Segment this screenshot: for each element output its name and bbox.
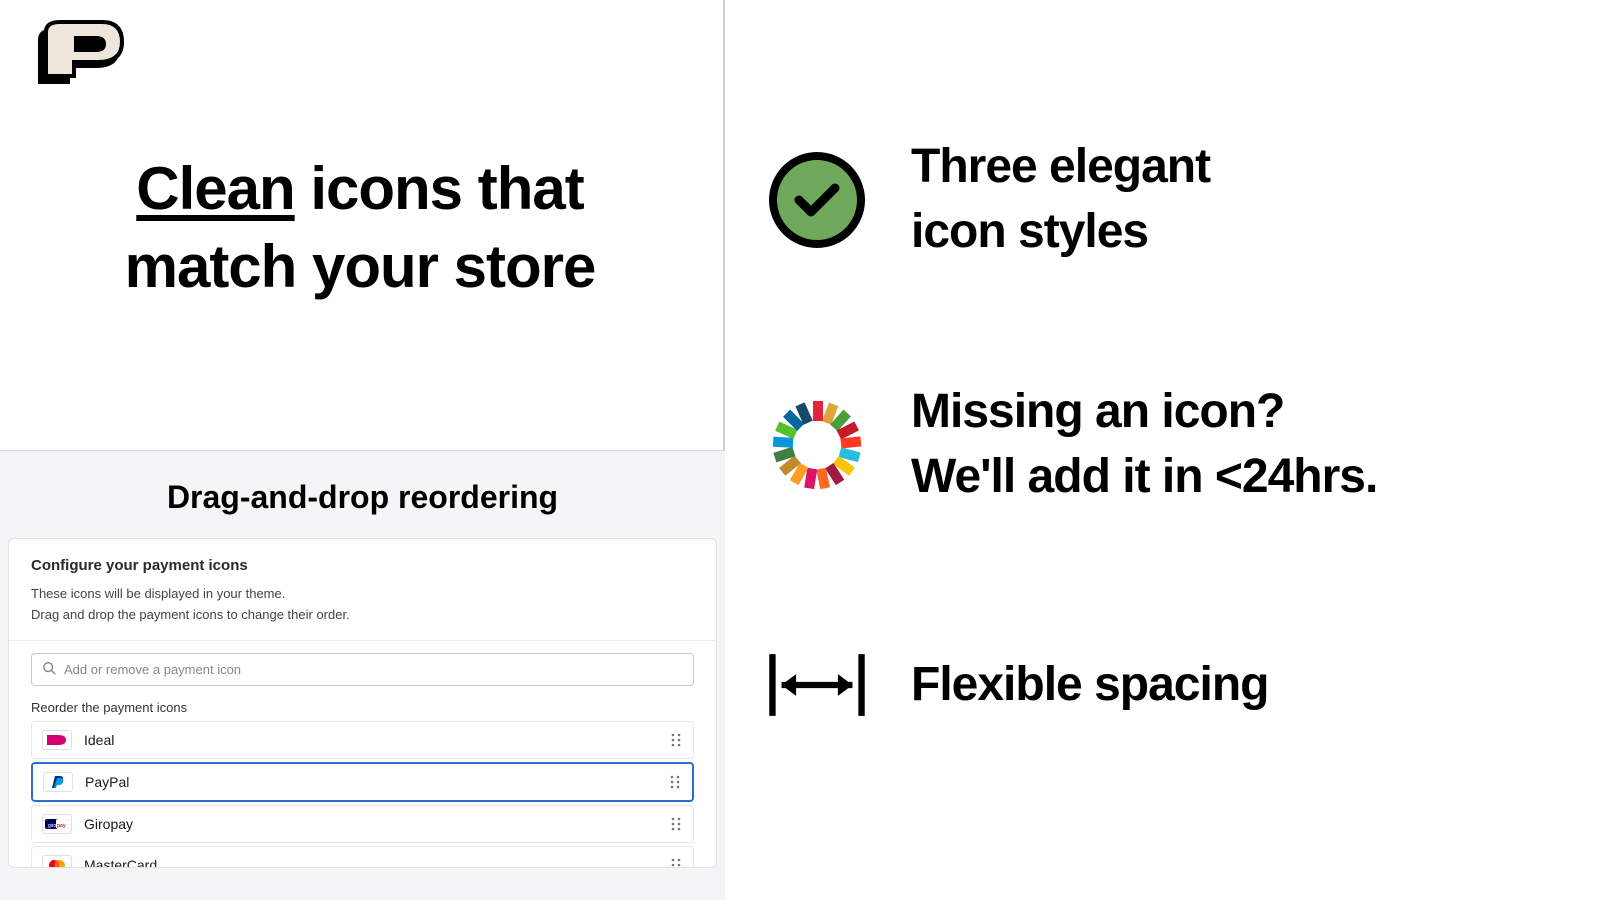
search-placeholder: Add or remove a payment icon xyxy=(64,662,241,677)
ideal-icon xyxy=(42,730,72,750)
svg-text:pay: pay xyxy=(57,823,66,829)
feature-3: Flexible spacing xyxy=(767,635,1587,735)
list-item[interactable]: giropay Giropay xyxy=(31,805,694,843)
config-card: Configure your payment icons These icons… xyxy=(8,538,717,868)
checkmark-circle-icon xyxy=(767,150,867,250)
headline: Clean icons that match your store xyxy=(60,150,660,306)
list-item-label: MasterCard xyxy=(84,857,659,868)
search-icon xyxy=(42,661,56,678)
mastercard-icon xyxy=(42,855,72,868)
drag-handle-icon[interactable] xyxy=(670,775,682,789)
svg-text:giro: giro xyxy=(48,823,57,829)
drag-handle-icon[interactable] xyxy=(671,733,683,747)
feature-2-text: Missing an icon? We'll add it in <24hrs. xyxy=(911,380,1377,510)
app-heading: Drag-and-drop reordering xyxy=(0,451,725,538)
feature-2: Missing an icon? We'll add it in <24hrs. xyxy=(767,380,1587,510)
reorder-label: Reorder the payment icons xyxy=(9,686,716,721)
feature-1-line1: Three elegant xyxy=(911,135,1210,200)
list-item[interactable]: Ideal xyxy=(31,721,694,759)
list-item-label: PayPal xyxy=(85,774,658,790)
feature-1-line2: icon styles xyxy=(911,200,1210,265)
list-item-label: Ideal xyxy=(84,732,659,748)
search-input[interactable]: Add or remove a payment icon xyxy=(31,653,694,686)
headline-underlined: Clean xyxy=(136,155,294,222)
rows-container: Ideal PayPal giropay xyxy=(9,721,716,868)
card-title: Configure your payment icons xyxy=(9,539,716,584)
feature-1-text: Three elegant icon styles xyxy=(911,135,1210,265)
card-desc: These icons will be displayed in your th… xyxy=(9,584,716,624)
drag-handle-icon[interactable] xyxy=(671,817,683,831)
feature-2-line1: Missing an icon? xyxy=(911,380,1377,445)
giropay-icon: giropay xyxy=(42,814,72,834)
feature-3-line: Flexible spacing xyxy=(911,653,1268,718)
feature-3-text: Flexible spacing xyxy=(911,653,1268,718)
paypal-icon xyxy=(43,772,73,792)
card-desc-line1: These icons will be displayed in your th… xyxy=(31,584,694,604)
card-desc-line2: Drag and drop the payment icons to chang… xyxy=(31,605,694,625)
brand-logo xyxy=(20,18,130,96)
list-item[interactable]: MasterCard xyxy=(31,846,694,868)
feature-1: Three elegant icon styles xyxy=(767,135,1587,265)
horizontal-spacing-icon xyxy=(767,635,867,735)
drag-handle-icon[interactable] xyxy=(671,858,683,868)
app-section: Drag-and-drop reordering Configure your … xyxy=(0,450,725,900)
feature-2-line2: We'll add it in <24hrs. xyxy=(911,445,1377,510)
color-wheel-icon xyxy=(767,395,867,495)
list-item[interactable]: PayPal xyxy=(31,762,694,802)
list-item-label: Giropay xyxy=(84,816,659,832)
